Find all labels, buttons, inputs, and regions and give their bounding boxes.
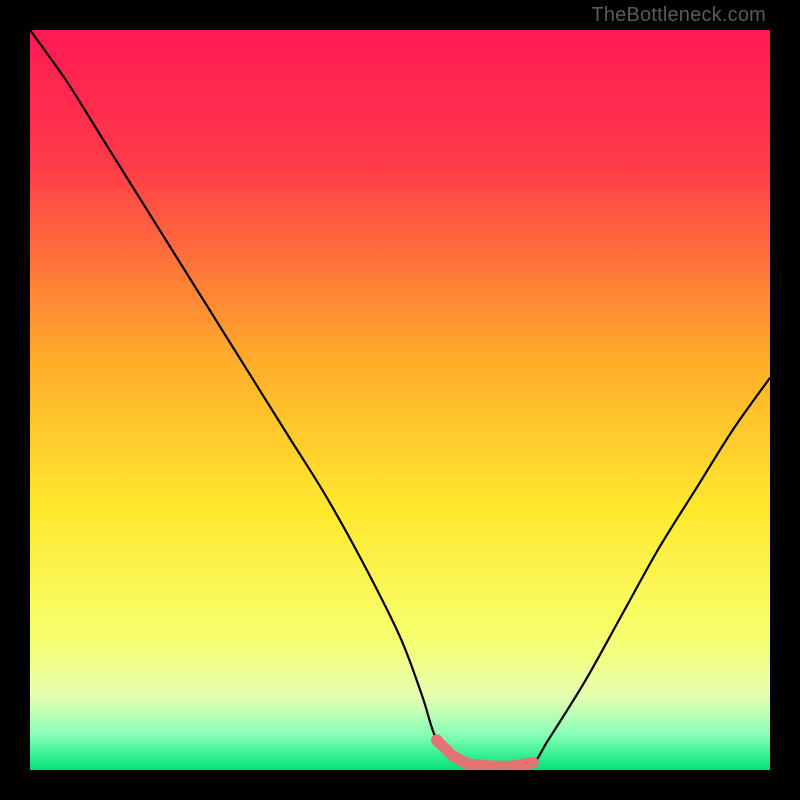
watermark-text: TheBottleneck.com <box>591 4 766 27</box>
plot-area <box>30 30 770 770</box>
bottleneck-curve <box>30 30 770 770</box>
optimal-range-markers <box>431 734 539 770</box>
chart-frame: TheBottleneck.com <box>0 0 800 800</box>
